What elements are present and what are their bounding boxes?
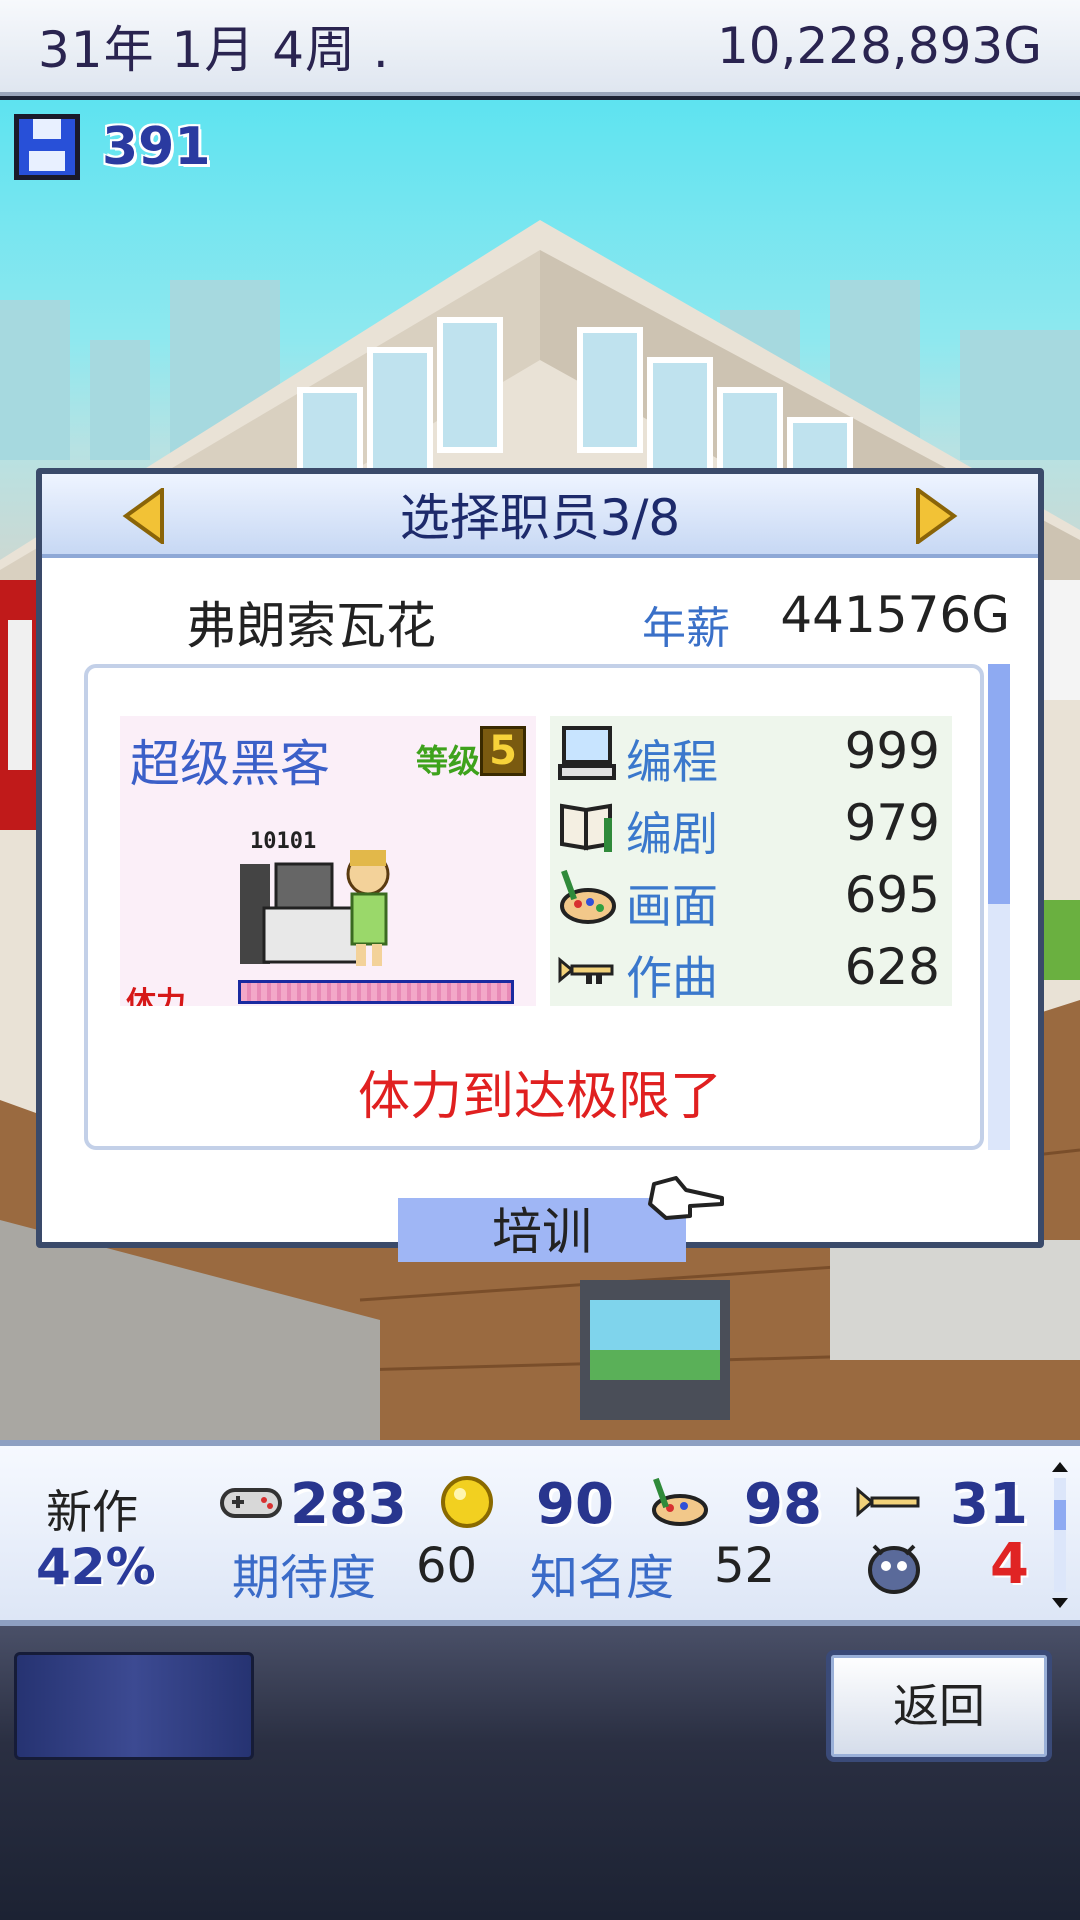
computer-icon [558,726,616,780]
money-display: 10,228,893G [716,17,1042,75]
skill-value: 999 [844,722,940,780]
detail-scrollbar-thumb[interactable] [988,664,1010,904]
creativity-value: 90 [536,1472,614,1537]
prev-employee-arrow-icon[interactable] [122,488,166,544]
expectation-value: 60 [416,1538,478,1594]
level-label: 等级 [416,742,481,780]
pointing-hand-icon [648,1176,724,1220]
fame-label: 知名度 [530,1550,675,1606]
game-status-strip[interactable]: 新作 42% 283 90 98 31 期待度 60 知名度 52 4 [0,1440,1080,1626]
skill-label: 编程 [626,735,718,789]
skill-label: 作曲 [626,951,718,1005]
employee-sprite: 10101 [240,829,390,966]
new-game-label: 新作 [46,1485,138,1539]
menu-slot[interactable] [14,1652,254,1760]
level-badge: 5 [480,726,526,776]
palette-icon [560,869,616,924]
book-icon [560,803,612,852]
fame-value: 52 [714,1538,776,1594]
stamina-limit-message: 体力到达极限了 [357,1067,722,1127]
skill-label: 画面 [626,879,718,933]
employee-name: 弗朗索瓦花 [186,597,436,655]
skill-value: 695 [844,866,940,924]
graphics-value: 98 [744,1472,822,1537]
palette-icon [652,1477,708,1526]
bug-icon [868,1544,920,1594]
salary-label: 年薪 [642,603,730,654]
skill-row-sound: 作曲 628 [550,932,952,1005]
lightbulb-icon [441,1476,493,1528]
dialog-title: 选择职员3/8 [399,489,681,547]
sound-value: 31 [950,1472,1028,1537]
save-indicator: 391 [14,114,211,180]
dialog-header: 选择职员3/8 [42,474,1038,558]
bug-count: 4 [990,1532,1029,1597]
trumpet-icon [856,1486,920,1518]
trumpet-icon [558,956,614,984]
game-date: 31年 1月 4周 . [38,21,390,79]
sprite-caption: 10101 [250,829,316,854]
status-scrollbar[interactable] [1050,1460,1070,1610]
development-progress: 42% [36,1538,156,1596]
skill-label: 编剧 [626,807,718,861]
next-employee-arrow-icon[interactable] [914,488,958,544]
job-title: 超级黑客 [130,735,330,793]
fun-value: 283 [290,1472,407,1537]
gamepad-icon [220,1488,282,1518]
stamina-bar [238,980,514,1004]
bottom-control-area: 返回 [0,1626,1080,1920]
skill-row-scenario: 编剧 979 [550,788,952,861]
back-button[interactable]: 返回 [826,1650,1052,1762]
expectation-label: 期待度 [232,1550,377,1606]
skill-value: 628 [844,938,940,996]
job-card: 超级黑客 等级 5 10101 体力 [120,716,536,1006]
train-button[interactable]: 培训 [398,1198,686,1262]
skill-value: 979 [844,794,940,852]
salary-value: 441576G [780,586,1010,644]
skill-row-programming: 编程 999 [550,716,952,789]
floppy-disk-icon [14,114,80,180]
skill-list: 编程 999 编剧 979 画面 695 作曲 628 [550,716,952,1006]
save-count: 391 [102,117,211,177]
skill-row-graphics: 画面 695 [550,860,952,933]
top-status-bar: 31年 1月 4周 . 10,228,893G [0,0,1080,96]
stamina-label: 体力 [126,986,186,1006]
employee-row: 弗朗索瓦花 年薪 441576G [42,586,1038,656]
select-employee-dialog: 选择职员3/8 弗朗索瓦花 年薪 441576G 超级黑客 等级 5 10101… [36,468,1044,1262]
